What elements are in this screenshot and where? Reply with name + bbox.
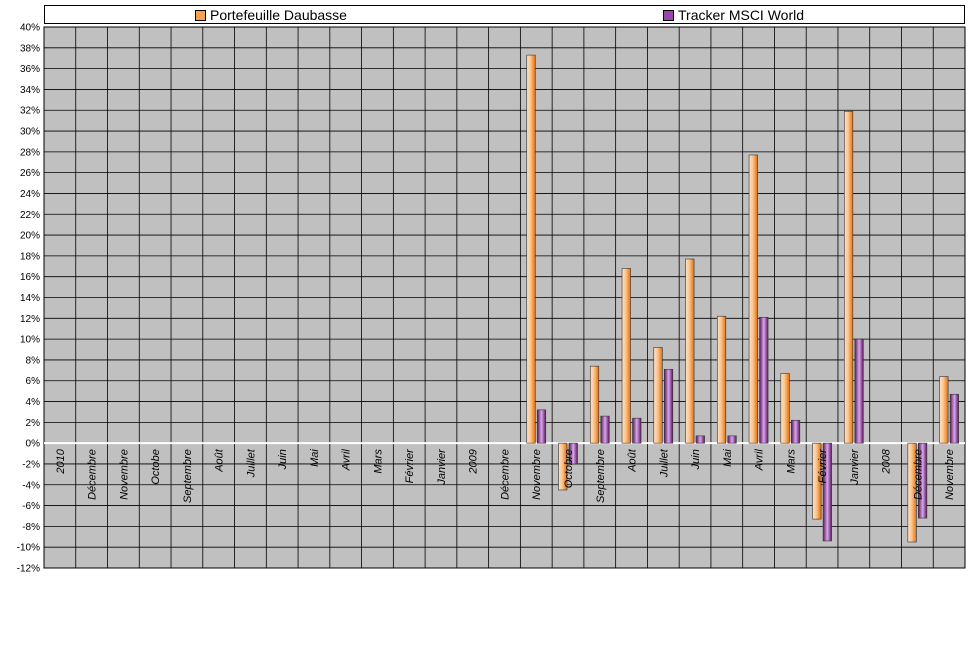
x-tick-label: Mai bbox=[309, 449, 321, 467]
y-tick-label: 10% bbox=[20, 335, 40, 346]
y-tick-label: 8% bbox=[26, 355, 41, 366]
x-tick-label: Décembre bbox=[500, 449, 512, 500]
y-tick-label: 32% bbox=[20, 106, 40, 117]
bar-portefeuille bbox=[653, 347, 663, 444]
y-axis-ticks: -12% -10% -8% -6% -4% -2% 0% 2% 4% 6% 8% 10% 12% 14% 1… bbox=[17, 23, 40, 575]
bar-portefeuille bbox=[844, 110, 854, 444]
bar-tracker bbox=[854, 338, 864, 444]
y-tick-label: 40% bbox=[20, 23, 40, 34]
x-tick-label: Avril bbox=[341, 449, 353, 472]
y-tick-label: -6% bbox=[22, 501, 40, 512]
bar-portefeuille bbox=[939, 376, 949, 444]
legend: Portefeuille Daubasse Tracker MSCI World bbox=[44, 5, 965, 24]
x-tick-label: Mai bbox=[722, 449, 734, 467]
y-tick-label: 28% bbox=[20, 147, 40, 158]
x-tick-label: Décembre bbox=[87, 449, 99, 500]
bar-portefeuille bbox=[621, 268, 631, 444]
y-tick-label: 12% bbox=[20, 314, 40, 325]
x-tick-label: Décembre bbox=[912, 449, 924, 500]
x-tick-label: Février bbox=[404, 448, 416, 484]
x-tick-label: Septembre bbox=[182, 449, 194, 503]
x-tick-label: Novembre bbox=[118, 449, 130, 500]
bar-tracker bbox=[536, 409, 547, 444]
x-tick-label: Novembre bbox=[944, 449, 956, 500]
bar-portefeuille bbox=[589, 365, 600, 444]
x-tick-label: Mars bbox=[785, 449, 797, 474]
x-tick-label: Juin bbox=[690, 449, 702, 470]
y-tick-label: 6% bbox=[26, 376, 41, 387]
x-tick-label: Octobe bbox=[150, 449, 162, 484]
x-tick-label: Octobre bbox=[563, 449, 575, 488]
y-tick-label: -4% bbox=[22, 480, 40, 491]
bar-tracker bbox=[695, 435, 705, 444]
x-tick-label: Novembre bbox=[531, 449, 543, 500]
x-tick-label: Juillet bbox=[658, 448, 670, 478]
x-tick-label: 2009 bbox=[468, 449, 480, 474]
bar-tracker bbox=[600, 415, 610, 444]
y-tick-label: 14% bbox=[20, 293, 40, 304]
y-tick-label: -12% bbox=[17, 564, 40, 575]
y-tick-label: 30% bbox=[20, 127, 40, 138]
y-tick-label: 38% bbox=[20, 43, 40, 54]
bar-portefeuille bbox=[526, 54, 536, 444]
y-tick-label: 26% bbox=[20, 168, 40, 179]
y-tick-label: -2% bbox=[22, 459, 40, 470]
bar-tracker bbox=[791, 419, 801, 444]
chart: -12% -10% -8% -6% -4% -2% 0% 2% 4% 6% 8% 10% 12% 14% 1… bbox=[17, 23, 966, 575]
y-tick-label: 16% bbox=[20, 272, 40, 283]
y-tick-label: 20% bbox=[20, 231, 40, 242]
bar-tracker bbox=[949, 393, 959, 444]
y-tick-label: 2% bbox=[26, 418, 41, 429]
bar-portefeuille bbox=[685, 258, 695, 444]
x-tick-label: Août bbox=[627, 448, 639, 473]
legend-swatch-tracker bbox=[663, 9, 674, 21]
y-tick-label: 0% bbox=[26, 439, 41, 450]
legend-item-portefeuille: Portefeuille Daubasse bbox=[195, 7, 347, 23]
y-tick-label: 22% bbox=[20, 210, 40, 221]
x-tick-label: Janvier bbox=[436, 448, 448, 486]
y-tick-label: 24% bbox=[20, 189, 40, 200]
x-tick-label: Mars bbox=[372, 449, 384, 474]
x-tick-label: 2008 bbox=[881, 448, 893, 474]
x-tick-label: Janvier bbox=[849, 448, 861, 486]
bar-portefeuille bbox=[717, 315, 727, 444]
legend-swatch-portefeuille bbox=[195, 9, 206, 21]
y-tick-label: 4% bbox=[26, 397, 41, 408]
y-tick-label: 18% bbox=[20, 251, 40, 262]
x-tick-label: 2010 bbox=[55, 448, 67, 474]
x-tick-label: Septembre bbox=[595, 449, 607, 503]
legend-label: Portefeuille Daubasse bbox=[210, 7, 347, 23]
x-tick-label: Février bbox=[817, 448, 829, 484]
bar-tracker bbox=[727, 435, 737, 444]
x-tick-label: Juillet bbox=[245, 448, 257, 478]
y-tick-label: 36% bbox=[20, 64, 40, 75]
legend-label: Tracker MSCI World bbox=[678, 7, 805, 23]
x-tick-label: Juin bbox=[277, 449, 289, 470]
bar-tracker bbox=[759, 316, 769, 444]
bar-portefeuille bbox=[780, 373, 790, 444]
y-tick-label: 34% bbox=[20, 85, 40, 96]
bar-portefeuille bbox=[748, 154, 758, 444]
x-tick-label: Avril bbox=[754, 449, 766, 472]
y-tick-label: -10% bbox=[17, 543, 40, 554]
bar-tracker bbox=[663, 368, 674, 444]
x-tick-label: Août bbox=[214, 448, 226, 473]
y-tick-label: -8% bbox=[22, 522, 40, 533]
legend-item-tracker: Tracker MSCI World bbox=[663, 7, 804, 23]
bar-tracker bbox=[632, 417, 642, 444]
